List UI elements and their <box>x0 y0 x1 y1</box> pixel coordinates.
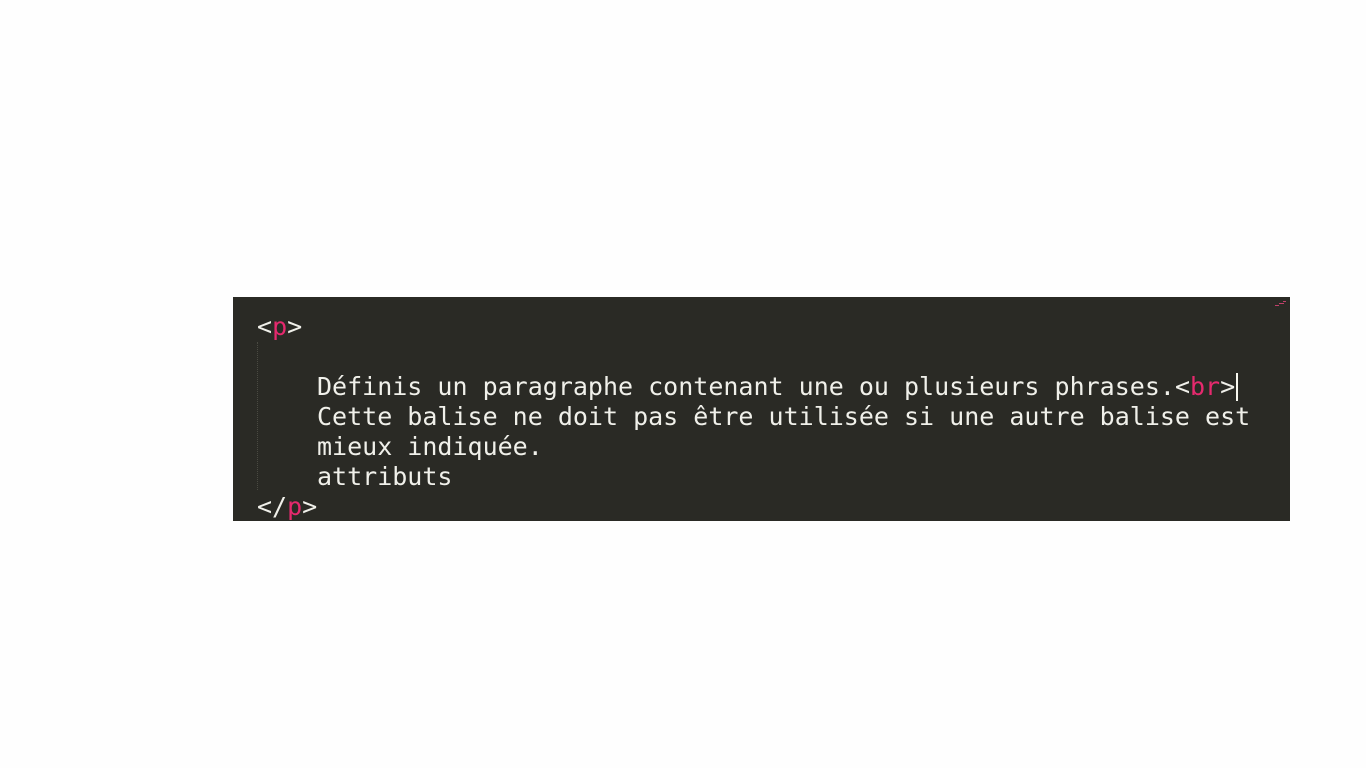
angle-bracket-close: > <box>302 492 318 521</box>
angle-bracket-open: < <box>257 312 273 341</box>
tag-name-p: p <box>272 312 288 341</box>
paragraph-text: attributs <box>317 462 453 491</box>
angle-bracket-close: > <box>287 312 303 341</box>
tag-name-br: br <box>1190 372 1221 401</box>
code-editor[interactable]: <p> Définis un paragraphe contenant une … <box>233 297 1290 521</box>
tag-name-p: p <box>287 492 303 521</box>
angle-bracket-open: < <box>1174 372 1190 401</box>
code-line-text-2[interactable]: Cette balise ne doit pas être utilisée s… <box>257 402 1250 432</box>
paragraph-text: Cette balise ne doit pas être utilisée s… <box>317 402 1251 431</box>
paragraph-text: Définis un paragraphe contenant une ou p… <box>317 372 1175 401</box>
code-line-text-1[interactable]: Définis un paragraphe contenant une ou p… <box>257 372 1239 402</box>
text-cursor <box>1236 373 1239 401</box>
code-line-text-4[interactable]: attributs <box>257 462 452 492</box>
minimap-indicator[interactable] <box>1273 300 1287 308</box>
code-line-close-p[interactable]: </p> <box>257 492 317 521</box>
code-line-open-p[interactable]: <p> <box>257 312 302 342</box>
angle-bracket-close: > <box>1220 372 1236 401</box>
angle-bracket-open: </ <box>257 492 288 521</box>
code-line-text-3[interactable]: mieux indiquée. <box>257 432 543 462</box>
paragraph-text: mieux indiquée. <box>317 432 543 461</box>
